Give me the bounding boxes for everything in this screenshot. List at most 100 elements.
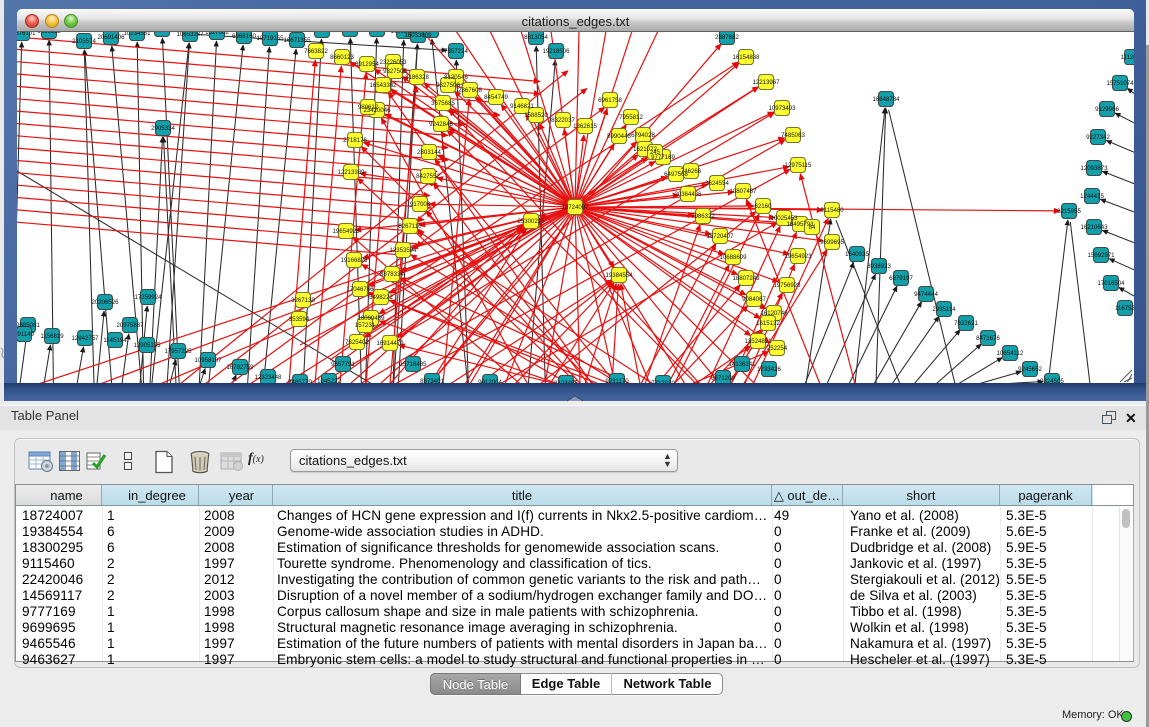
svg-text:13524851: 13524851 [744,338,772,345]
svg-text:62160: 62160 [755,203,773,210]
svg-text:1615132: 1615132 [756,320,780,327]
svg-text:16671355: 16671355 [283,37,311,44]
svg-text:1145194: 1145194 [103,337,127,344]
svg-text:353594: 353594 [289,316,310,323]
svg-text:12905135: 12905135 [133,342,161,349]
svg-text:9115460: 9115460 [820,207,844,214]
svg-text:7663822: 7663822 [304,48,328,55]
svg-text:10973493: 10973493 [768,105,796,112]
svg-text:8427552: 8427552 [416,173,440,180]
svg-text:9474444: 9474444 [914,291,938,298]
svg-text:9699695: 9699695 [820,239,844,246]
svg-text:3624554: 3624554 [705,180,729,187]
svg-text:16914479: 16914479 [376,340,404,347]
svg-text:9327503: 9327503 [383,68,407,75]
svg-text:9242848: 9242848 [429,121,453,128]
svg-text:1244415: 1244415 [1080,193,1104,200]
svg-text:2803144: 2803144 [417,149,441,156]
svg-text:2935114: 2935114 [932,306,956,313]
svg-text:10688609: 10688609 [719,254,747,261]
svg-text:2105574: 2105574 [72,38,96,45]
svg-text:252254: 252254 [767,345,788,352]
svg-text:3675685: 3675685 [431,100,455,107]
svg-text:16543382: 16543382 [369,82,397,89]
svg-text:16782759: 16782759 [226,364,254,371]
svg-text:17046766: 17046766 [346,286,374,293]
svg-text:12323448: 12323448 [254,374,282,381]
svg-text:9245652: 9245652 [1018,366,1042,373]
svg-text:2905334: 2905334 [151,125,175,132]
svg-text:19654923: 19654923 [784,253,812,260]
svg-text:15716485: 15716485 [399,361,427,368]
svg-text:8322037: 8322037 [551,117,575,124]
svg-text:7632621: 7632621 [954,320,978,327]
svg-text:18724007: 18724007 [561,204,589,211]
svg-text:17016504: 17016504 [1097,280,1125,287]
svg-text:6879197: 6879197 [889,275,913,282]
svg-text:391149: 391149 [14,331,34,338]
svg-text:2867608: 2867608 [458,87,482,94]
svg-text:16154838: 16154838 [732,54,760,61]
svg-text:7485063: 7485063 [781,132,805,139]
svg-text:10719155: 10719155 [256,35,284,42]
svg-text:2718176: 2718176 [343,137,367,144]
svg-text:7986322: 7986322 [691,213,715,220]
svg-text:12353594: 12353594 [389,247,417,254]
svg-text:8215955: 8215955 [1057,208,1081,215]
svg-text:16120746: 16120746 [760,310,788,317]
svg-text:25300215: 25300215 [517,218,545,225]
svg-text:19384554: 19384554 [605,272,633,279]
svg-text:746266: 746266 [681,168,702,175]
svg-text:16648784: 16648784 [872,96,900,103]
svg-text:8267110: 8267110 [398,223,422,230]
svg-text:19218506: 19218506 [542,48,570,55]
svg-text:1640935: 1640935 [845,251,869,258]
svg-text:18807249: 18807249 [732,275,760,282]
svg-text:6794028: 6794028 [631,132,655,139]
svg-text:9885081: 9885081 [16,322,40,329]
svg-text:8186328: 8186328 [405,74,429,81]
svg-text:12093873: 12093873 [1080,165,1108,172]
svg-text:1156819: 1156819 [40,333,64,340]
svg-text:8990448: 8990448 [607,133,631,140]
svg-text:8660123: 8660123 [330,54,354,61]
svg-text:17957225: 17957225 [164,348,192,355]
svg-text:10653287: 10653287 [176,31,204,38]
svg-text:8938923: 8938923 [867,263,891,270]
svg-text:15692971: 15692971 [1087,252,1115,259]
svg-text:917008: 917008 [410,201,431,208]
svg-text:6671200: 6671200 [711,375,735,382]
svg-text:8454749: 8454749 [484,94,508,101]
svg-text:8813054: 8813054 [524,34,548,41]
svg-text:9084067: 9084067 [742,296,766,303]
svg-text:7955812: 7955812 [619,114,643,121]
svg-text:7625402: 7625402 [345,339,369,346]
svg-text:14136141: 14136141 [728,361,756,368]
svg-text:245: 245 [650,149,661,156]
svg-text:10654112: 10654112 [997,350,1024,357]
svg-text:23226053: 23226053 [379,59,407,66]
svg-text:9146821: 9146821 [510,103,534,110]
svg-text:1112044: 1112044 [1121,54,1144,61]
svg-text:15751074: 15751074 [1106,80,1134,87]
svg-text:9657791: 9657791 [331,361,355,368]
svg-text:9227342: 9227342 [1086,134,1110,141]
svg-text:8912954: 8912954 [355,61,379,68]
svg-text:12213967: 12213967 [752,79,780,86]
svg-text:116753: 116753 [1115,305,1135,312]
svg-text:989612: 989612 [358,104,379,111]
svg-text:9129966: 9129966 [1095,106,1119,113]
svg-text:157231: 157231 [355,322,376,329]
svg-text:10807487: 10807487 [729,188,757,195]
svg-text:3267130: 3267130 [291,297,315,304]
svg-text:12975115: 12975115 [785,162,812,169]
svg-text:6961758: 6961758 [598,97,622,104]
svg-text:8120546: 8120546 [444,74,468,81]
svg-text:10958107: 10958107 [194,357,222,364]
svg-text:1733426: 1733426 [757,366,781,373]
svg-text:2887682: 2887682 [715,34,739,41]
svg-text:19166829: 19166829 [340,257,368,264]
svg-text:8878334: 8878334 [380,271,404,278]
svg-text:84: 84 [809,224,816,231]
svg-text:20206526: 20206526 [91,299,119,306]
